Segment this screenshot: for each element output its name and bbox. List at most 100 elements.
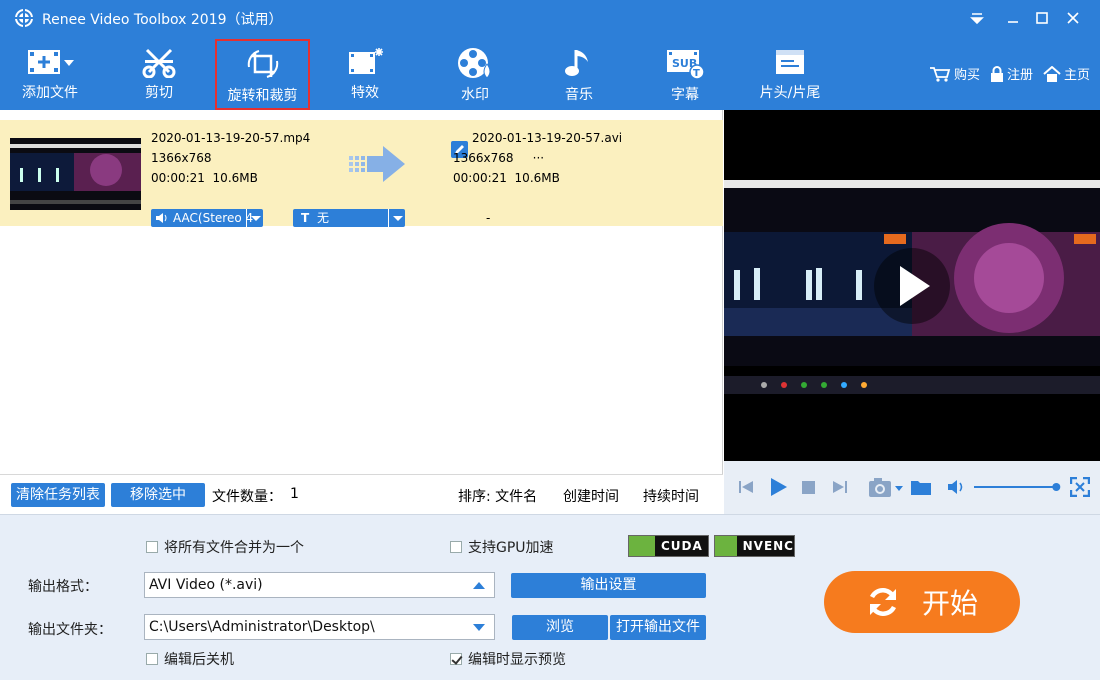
- output-duration-size: 00:00:21 10.6MB: [453, 168, 560, 188]
- output-resolution: 1366x768: [453, 151, 514, 165]
- register-link[interactable]: 注册: [990, 64, 1033, 83]
- toolbar-label: 旋转和裁剪: [227, 88, 298, 104]
- toolbar-label: 音乐: [565, 87, 593, 103]
- output-format-label: 输出格式：: [28, 579, 98, 595]
- next-icon[interactable]: [832, 479, 848, 495]
- output-more-button[interactable]: ···: [533, 151, 544, 165]
- lock-icon: [990, 65, 1003, 82]
- checkbox-box: [450, 541, 462, 553]
- output-folder-select[interactable]: C:\Users\Administrator\Desktop\: [144, 614, 495, 640]
- stop-icon[interactable]: [802, 481, 815, 494]
- watermark-icon: [458, 48, 491, 79]
- chevron-down-icon: [388, 209, 405, 227]
- open-output-folder-button[interactable]: 打开输出文件: [610, 615, 706, 640]
- output-settings-panel: 将所有文件合并为一个 支持GPU加速 CUDA NVENC 输出格式： AVI …: [0, 514, 1100, 680]
- pin-icon: [970, 13, 984, 25]
- audio-track-select[interactable]: AAC(Stereo 4: [151, 209, 263, 227]
- close-icon: [1067, 12, 1079, 24]
- crop-rotate-icon: [247, 50, 278, 78]
- maximize-icon: [1036, 12, 1048, 24]
- toolbar-add-file[interactable]: 添加文件: [12, 42, 88, 106]
- task-list-footer: 清除任务列表 移除选中 文件数量： 1 排序: 文件名 创建时间 持续时间: [0, 474, 723, 514]
- output-folder-value: C:\Users\Administrator\Desktop\: [149, 619, 375, 635]
- toolbar-label: 添加文件: [22, 85, 78, 101]
- show-preview-label: 编辑时显示预览: [468, 652, 566, 668]
- browse-button[interactable]: 浏览: [512, 615, 608, 640]
- output-duration: 00:00:21: [453, 171, 507, 185]
- app-logo-icon: [15, 9, 33, 27]
- previous-icon[interactable]: [738, 479, 754, 495]
- merge-files-checkbox[interactable]: 将所有文件合并为一个: [146, 537, 304, 557]
- header-links: 购买 注册 主页: [929, 64, 1090, 83]
- source-duration: 00:00:21: [151, 171, 205, 185]
- subtitle-track-value: 无: [317, 211, 330, 225]
- nvenc-badge: NVENC: [714, 535, 795, 557]
- video-preview[interactable]: [724, 110, 1100, 461]
- toolbar-music[interactable]: 音乐: [545, 42, 613, 106]
- toolbar-watermark[interactable]: 水印: [440, 42, 510, 106]
- fullscreen-icon[interactable]: [1070, 477, 1090, 497]
- source-filename: 2020-01-13-19-20-57.mp4: [151, 131, 311, 145]
- buy-link[interactable]: 购买: [929, 64, 980, 83]
- cuda-badge: CUDA: [628, 535, 709, 557]
- output-file-details: 1366x768 ··· 00:00:21 10.6MB: [453, 148, 560, 188]
- main-toolbar: 添加文件 剪切 旋转和裁剪 特效 水印 音乐 SUB T 字幕 片头/片尾 购买…: [0, 36, 1100, 110]
- output-resolution-line: 1366x768 ···: [453, 148, 560, 168]
- show-preview-checkbox[interactable]: 编辑时显示预览: [450, 649, 566, 669]
- maximize-button[interactable]: [1027, 6, 1057, 30]
- clear-task-list-button[interactable]: 清除任务列表: [11, 483, 105, 507]
- task-row[interactable]: 2020-01-13-19-20-57.mp4 1366x768 00:00:2…: [0, 120, 723, 227]
- speaker-icon: [156, 213, 167, 223]
- sort-by-created[interactable]: 创建时间: [563, 486, 619, 506]
- window-title: Renee Video Toolbox 2019（试用）: [42, 12, 283, 28]
- output-settings-button[interactable]: 输出设置: [511, 573, 706, 598]
- video-thumbnail[interactable]: [10, 138, 141, 210]
- intro-outro-icon: [776, 50, 804, 74]
- toolbar-effects[interactable]: 特效: [330, 42, 400, 106]
- toolbar-intro-outro[interactable]: 片头/片尾: [752, 42, 828, 106]
- shutdown-after-edit-label: 编辑后关机: [164, 652, 234, 668]
- close-button[interactable]: [1058, 6, 1088, 30]
- preview-frame: [724, 110, 1100, 461]
- play-icon[interactable]: [768, 477, 788, 497]
- source-resolution: 1366x768: [151, 151, 212, 165]
- toolbar-subtitle[interactable]: SUB T 字幕: [650, 42, 720, 106]
- svg-text:T: T: [693, 68, 700, 79]
- nvidia-logo-icon: [715, 536, 737, 556]
- toolbar-label: 水印: [461, 87, 489, 103]
- toolbar-crop-rotate[interactable]: 旋转和裁剪: [215, 39, 310, 110]
- refresh-icon: [869, 588, 897, 616]
- effects-icon: [349, 48, 383, 74]
- toolbar-cut[interactable]: 剪切: [120, 42, 198, 106]
- output-subtitle-status: -: [486, 211, 491, 225]
- toolbar-label: 剪切: [145, 85, 173, 101]
- cart-icon: [929, 66, 951, 82]
- gpu-acceleration-checkbox[interactable]: 支持GPU加速: [450, 537, 554, 557]
- audio-track-value: AAC(Stereo 4: [173, 211, 254, 225]
- scissors-icon: [142, 48, 176, 78]
- sort-by-duration[interactable]: 持续时间: [643, 486, 699, 506]
- output-format-select[interactable]: AVI Video (*.avi): [144, 572, 495, 598]
- output-size: 10.6MB: [514, 171, 560, 185]
- source-file-info: 2020-01-13-19-20-57.mp4 1366x768 00:00:2…: [151, 128, 310, 188]
- output-format-value: AVI Video (*.avi): [149, 577, 263, 593]
- sort-by-filename[interactable]: 排序: 文件名: [458, 486, 537, 506]
- pin-button[interactable]: [962, 6, 992, 30]
- nvenc-label: NVENC: [742, 539, 794, 553]
- cuda-label: CUDA: [661, 539, 703, 553]
- shutdown-after-edit-checkbox[interactable]: 编辑后关机: [146, 649, 234, 669]
- player-controls: [724, 461, 1100, 514]
- convert-arrow-icon: [349, 146, 405, 182]
- checkbox-box-checked: [450, 653, 462, 665]
- subtitle-track-select[interactable]: T 无: [293, 209, 405, 227]
- home-link[interactable]: 主页: [1043, 64, 1090, 83]
- volume-slider[interactable]: [972, 479, 1062, 495]
- start-label: 开始: [921, 587, 978, 620]
- volume-icon[interactable]: [948, 480, 966, 494]
- toolbar-label: 片头/片尾: [759, 85, 821, 101]
- folder-icon[interactable]: [910, 478, 932, 496]
- minimize-button[interactable]: [998, 6, 1028, 30]
- remove-selected-button[interactable]: 移除选中: [111, 483, 205, 507]
- start-button[interactable]: 开始: [824, 571, 1020, 633]
- camera-icon[interactable]: [868, 476, 904, 498]
